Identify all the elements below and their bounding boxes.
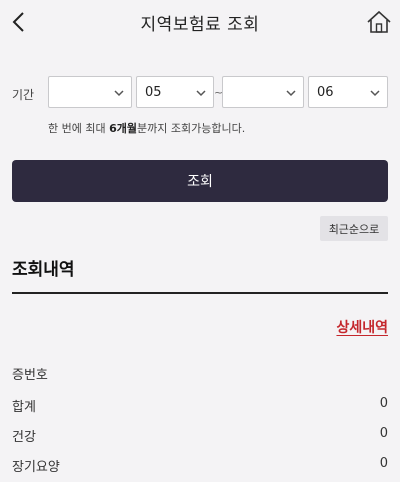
result-row-total: 합계 0 (12, 396, 388, 416)
period-notice: 한 번에 최대 6개월분까지 조회가능합니다. (48, 120, 245, 136)
start-year-select[interactable] (48, 76, 132, 108)
notice-prefix: 한 번에 최대 (48, 122, 110, 135)
page-title: 지역보험료 조회 (140, 14, 260, 35)
chevron-down-icon (286, 90, 296, 97)
sort-recent-button[interactable]: 최근순으로 (320, 216, 388, 241)
start-month-select[interactable]: 05 (136, 76, 214, 108)
row-value: 0 (379, 456, 388, 471)
results-title: 조회내역 (12, 260, 75, 280)
row-value: 0 (379, 426, 388, 441)
row-label: 증번호 (12, 368, 48, 383)
row-value: 0 (379, 396, 388, 411)
row-label: 건강 (12, 430, 36, 445)
detail-link[interactable]: 상세내역 (336, 317, 388, 337)
start-month-value: 05 (145, 85, 162, 100)
query-button[interactable]: 조회 (12, 160, 388, 202)
chevron-left-icon[interactable] (8, 10, 32, 34)
end-year-select[interactable] (222, 76, 304, 108)
result-row-health: 건강 0 (12, 426, 388, 446)
section-divider (12, 292, 388, 294)
notice-suffix: 분까지 조회가능합니다. (137, 122, 246, 135)
end-month-value: 06 (317, 85, 334, 100)
row-label: 장기요양 (12, 460, 60, 475)
app-header: 지역보험료 조회 (0, 0, 400, 44)
result-row-insurance-number: 증번호 (12, 364, 388, 384)
home-icon[interactable] (366, 9, 392, 35)
row-label: 합계 (12, 400, 36, 415)
end-month-select[interactable]: 06 (308, 76, 388, 108)
chevron-down-icon (114, 90, 124, 97)
notice-max-months: 6개월 (109, 122, 137, 135)
chevron-down-icon (370, 90, 380, 97)
result-row-long-term-care: 장기요양 0 (12, 456, 388, 476)
chevron-down-icon (196, 90, 206, 97)
period-label: 기간 (12, 88, 35, 102)
